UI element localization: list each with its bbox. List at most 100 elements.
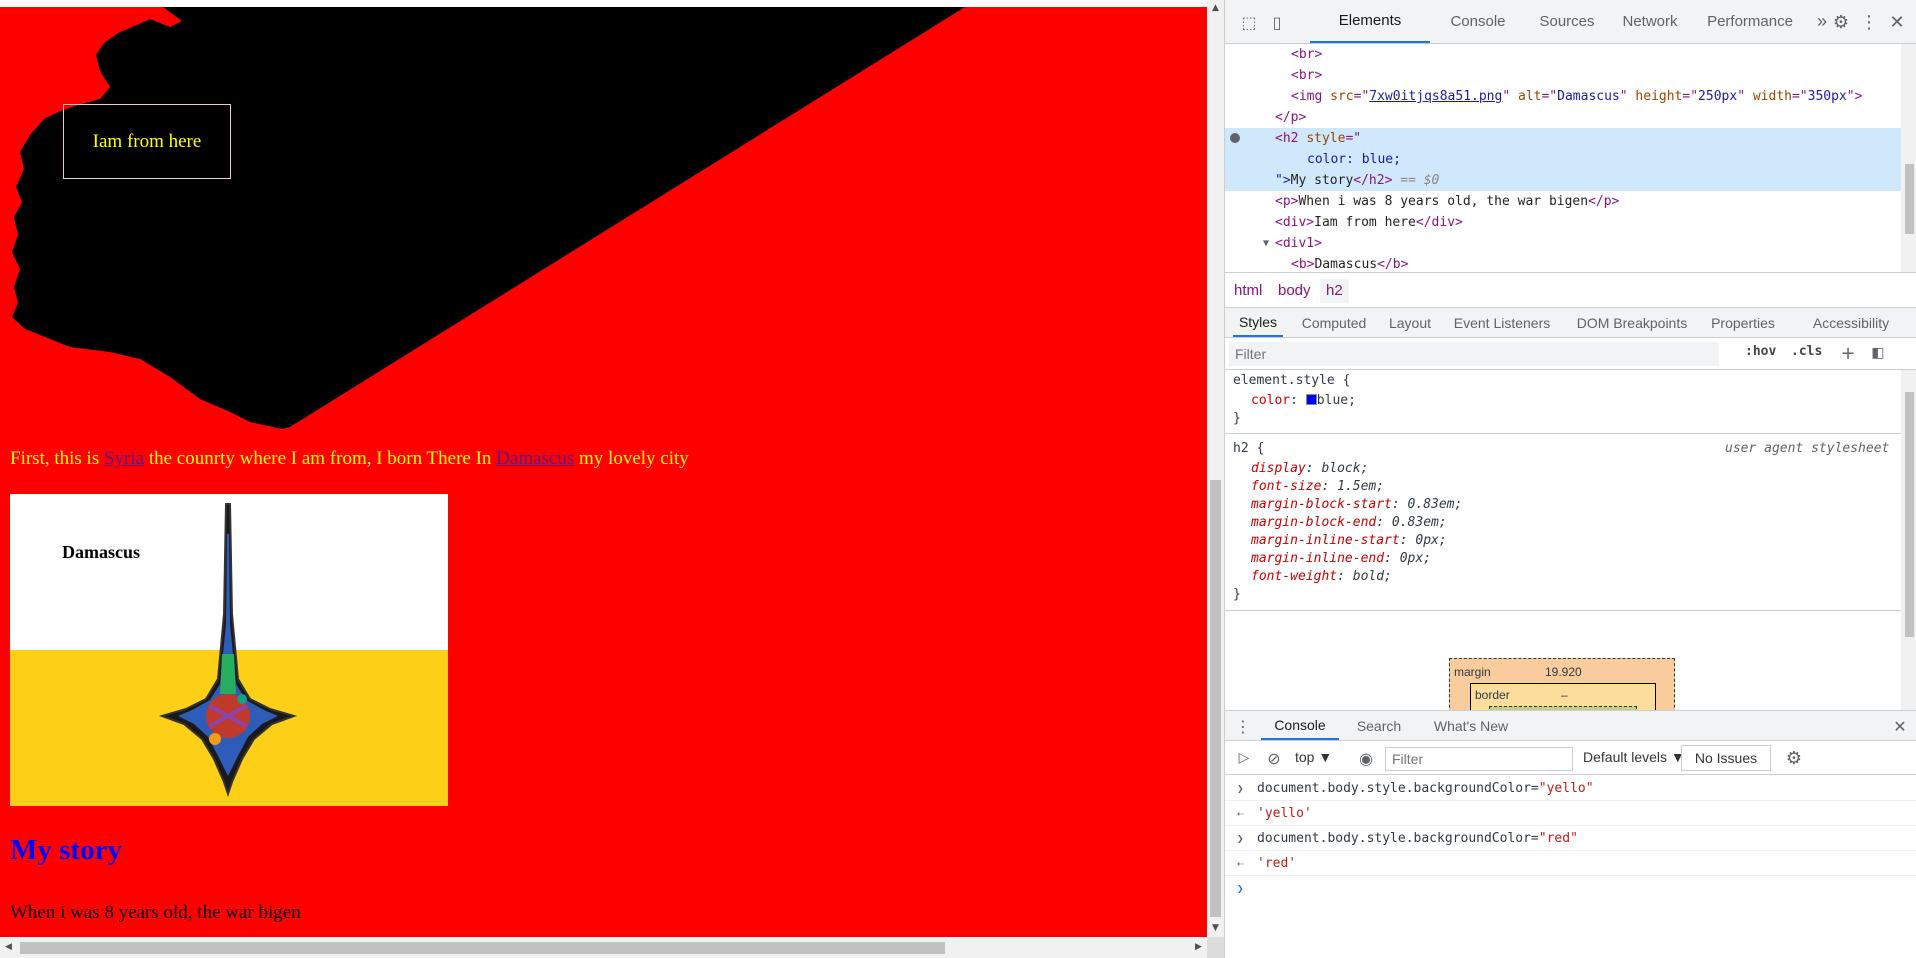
inspect-element-icon[interactable]: ⬚ bbox=[1237, 10, 1261, 34]
scroll-up-icon[interactable]: ▲ bbox=[1207, 0, 1224, 17]
attr-name: src bbox=[1330, 89, 1354, 104]
show-sidebar-icon[interactable]: ▷ bbox=[1233, 747, 1255, 769]
context-selector[interactable]: top ▼ bbox=[1295, 749, 1332, 765]
settings-gear-icon[interactable]: ⚙ bbox=[1829, 10, 1853, 34]
horizontal-scrollbar[interactable]: ◀ ▶ bbox=[0, 937, 1207, 958]
dom-node-img[interactable]: <img src="7xw0itjqs8a51.png" alt="Damasc… bbox=[1225, 86, 1901, 107]
vertical-scroll-thumb[interactable] bbox=[1210, 480, 1221, 917]
log-levels-value: Default levels bbox=[1583, 749, 1668, 765]
dom-node-h2-selected[interactable]: <h2 style=" color: blue; ">My story</h2>… bbox=[1225, 128, 1901, 191]
tab-network[interactable]: Network bbox=[1608, 0, 1692, 43]
scroll-down-icon[interactable]: ▼ bbox=[1207, 920, 1224, 937]
styles-subtabs: Styles Computed Layout Event Listeners D… bbox=[1225, 308, 1916, 338]
attr-value: 7xw0itjqs8a51.png bbox=[1369, 89, 1502, 104]
color-swatch[interactable] bbox=[1305, 394, 1317, 405]
margin-top-value[interactable]: 19.920 bbox=[1545, 665, 1582, 679]
scroll-left-icon[interactable]: ◀ bbox=[0, 937, 17, 958]
drawer-tab-search[interactable]: Search bbox=[1345, 711, 1413, 740]
breadcrumb: html body h2 bbox=[1225, 272, 1916, 308]
ua-decl: margin-block-start: 0.83em; bbox=[1251, 497, 1463, 512]
box-model-margin[interactable]: margin 19.920 border – bbox=[1449, 658, 1675, 710]
drawer-tab-console[interactable]: Console bbox=[1261, 711, 1339, 740]
styles-scroll-thumb[interactable] bbox=[1905, 392, 1914, 637]
close-drawer-icon[interactable]: ✕ bbox=[1889, 715, 1911, 737]
div-close-tag: </div> bbox=[1415, 215, 1463, 230]
dom-node-div[interactable]: <div>Iam from here</div> bbox=[1225, 212, 1901, 233]
expand-triangle-icon[interactable]: ▼ bbox=[1263, 233, 1269, 254]
drawer-menu-icon[interactable]: ⋮ bbox=[1233, 715, 1253, 737]
b-text: Damascus bbox=[1314, 257, 1378, 272]
tab-properties[interactable]: Properties bbox=[1703, 308, 1783, 337]
rule-close: } bbox=[1233, 587, 1241, 602]
dom-node-p[interactable]: <p>When i was 8 years old, the war bigen… bbox=[1225, 191, 1901, 212]
div-open-tag: <div> bbox=[1275, 215, 1315, 230]
issues-button[interactable]: No Issues bbox=[1681, 745, 1771, 771]
tab-dom-breakpoints[interactable]: DOM Breakpoints bbox=[1567, 308, 1697, 337]
context-value: top bbox=[1295, 749, 1315, 765]
device-toolbar-icon[interactable]: ▯ bbox=[1265, 10, 1289, 34]
new-rule-plus-icon[interactable]: + bbox=[1837, 342, 1859, 364]
toggle-sidebar-icon[interactable]: ◧ bbox=[1867, 342, 1889, 364]
tab-elements[interactable]: Elements bbox=[1310, 0, 1430, 43]
console-prompt[interactable]: ❯ bbox=[1225, 876, 1916, 901]
div1-open-tag: <div1> bbox=[1275, 236, 1322, 251]
prop-name: margin-block-start bbox=[1251, 497, 1392, 512]
output-arrow-icon: ⇠ bbox=[1237, 807, 1244, 820]
tab-computed[interactable]: Computed bbox=[1293, 308, 1375, 337]
console-result: 'yello' bbox=[1257, 806, 1312, 821]
tab-styles[interactable]: Styles bbox=[1233, 308, 1283, 337]
breadcrumb-h2[interactable]: h2 bbox=[1320, 279, 1349, 303]
dom-node-b[interactable]: <b>Damascus</b> bbox=[1225, 254, 1901, 272]
p-close-tag: </p> bbox=[1275, 110, 1307, 125]
scroll-right-icon[interactable]: ▶ bbox=[1190, 937, 1207, 958]
horizontal-scroll-thumb[interactable] bbox=[20, 942, 945, 954]
tab-sources[interactable]: Sources bbox=[1526, 0, 1608, 43]
log-levels-dropdown[interactable]: Default levels ▼ bbox=[1583, 749, 1685, 765]
styles-scrollbar[interactable] bbox=[1901, 370, 1916, 710]
damascus-link[interactable]: Damascus bbox=[496, 448, 574, 469]
tab-event-listeners[interactable]: Event Listeners bbox=[1445, 308, 1559, 337]
element-style-decl[interactable]: color: blue; bbox=[1251, 392, 1356, 410]
attr-value: color: blue; bbox=[1307, 152, 1401, 167]
dom-node-br[interactable]: <br> bbox=[1225, 44, 1901, 65]
styles-pane: element.style { color: blue; } h2 { user… bbox=[1225, 370, 1901, 710]
div-text: Iam from here bbox=[1314, 215, 1416, 230]
kebab-menu-icon[interactable]: ⋮ bbox=[1857, 10, 1881, 34]
border-label: border bbox=[1475, 688, 1510, 702]
console-output-line: ⇠ 'yello' bbox=[1225, 801, 1916, 826]
tab-layout[interactable]: Layout bbox=[1381, 308, 1439, 337]
live-expression-eye-icon[interactable]: ◉ bbox=[1355, 747, 1377, 769]
syria-link[interactable]: Syria bbox=[104, 448, 144, 469]
page-viewport: Iam from here First, this is Syria the c… bbox=[0, 0, 1207, 958]
ua-decl: font-weight: bold; bbox=[1251, 569, 1392, 584]
styles-filter-input[interactable] bbox=[1229, 342, 1719, 366]
breadcrumb-html[interactable]: html bbox=[1228, 279, 1268, 303]
br-tag: <br> bbox=[1291, 47, 1323, 62]
tab-accessibility[interactable]: Accessibility bbox=[1791, 308, 1911, 337]
console-settings-icon[interactable]: ⚙ bbox=[1783, 747, 1805, 769]
drawer-tab-whats-new[interactable]: What's New bbox=[1421, 711, 1521, 740]
syria-map-image bbox=[12, 7, 965, 429]
tab-performance[interactable]: Performance bbox=[1692, 0, 1808, 43]
close-devtools-icon[interactable]: ✕ bbox=[1885, 10, 1909, 34]
tab-console[interactable]: Console bbox=[1430, 0, 1526, 43]
dom-scrollbar[interactable] bbox=[1901, 44, 1916, 272]
dom-node-p-close[interactable]: </p> bbox=[1225, 107, 1901, 128]
breadcrumb-body[interactable]: body bbox=[1272, 279, 1317, 303]
cls-toggle[interactable]: .cls bbox=[1791, 344, 1822, 359]
console-code: document.body.style.backgroundColor= bbox=[1257, 831, 1539, 846]
hov-toggle[interactable]: :hov bbox=[1745, 344, 1776, 359]
img-src-link[interactable]: 7xw0itjqs8a51.png bbox=[1369, 89, 1502, 104]
dom-scroll-thumb[interactable] bbox=[1905, 164, 1914, 234]
prop-name: margin-inline-start bbox=[1251, 533, 1400, 548]
br-tag: <br> bbox=[1291, 68, 1323, 83]
attr-eq: =" bbox=[1345, 131, 1362, 146]
clear-console-icon[interactable]: ⊘ bbox=[1263, 747, 1285, 769]
border-top-value[interactable]: – bbox=[1561, 688, 1568, 702]
console-filter-input[interactable] bbox=[1385, 747, 1573, 771]
console-drawer: ⋮ Console Search What's New ✕ ▷ ⊘ top ▼ … bbox=[1225, 710, 1916, 958]
dom-node-br[interactable]: <br> bbox=[1225, 65, 1901, 86]
dom-node-div1[interactable]: ▼ <div1> bbox=[1225, 233, 1901, 254]
box-model-border[interactable]: border – bbox=[1470, 683, 1656, 710]
vertical-scrollbar[interactable]: ▲ ▼ bbox=[1207, 0, 1224, 937]
